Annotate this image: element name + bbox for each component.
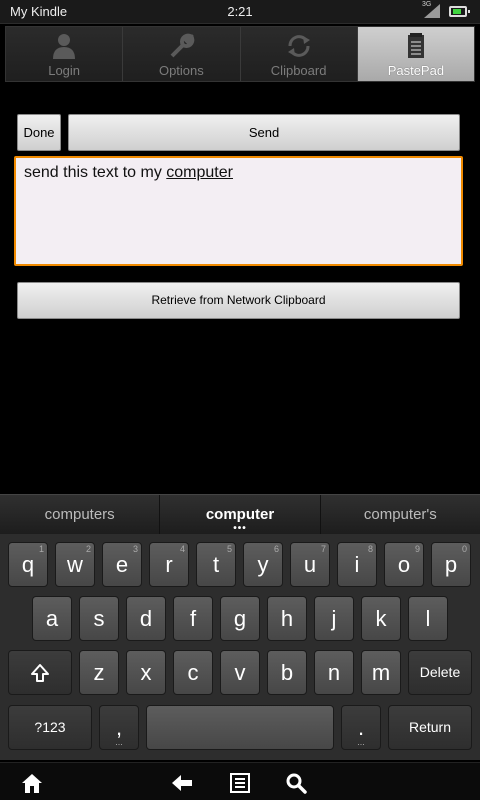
suggestion-center-label: computer <box>205 506 275 523</box>
key-label: w <box>67 552 83 577</box>
key-label: q <box>21 552 35 577</box>
key-x[interactable]: x <box>126 650 166 695</box>
symbols-key[interactable]: ?123 <box>8 705 92 750</box>
key-hint: 0 <box>461 544 467 554</box>
key-n[interactable]: n <box>314 650 354 695</box>
tab-label: PastePad <box>387 63 445 78</box>
key-hint: 8 <box>367 544 373 554</box>
tab-bar: Login Options Clipboard PastePad <box>5 26 475 82</box>
key-y[interactable]: y6 <box>243 542 283 587</box>
suggestion-center[interactable]: computer ••• <box>160 495 321 534</box>
key-h[interactable]: h <box>267 596 307 641</box>
period-key[interactable]: . ... <box>341 705 381 750</box>
tab-clipboard[interactable]: Clipboard <box>240 27 358 81</box>
space-key[interactable] <box>146 705 334 750</box>
key-label: i <box>354 552 360 577</box>
menu-icon[interactable] <box>228 771 252 795</box>
key-label: p <box>444 552 458 577</box>
suggestion-right[interactable]: computer's <box>321 495 480 534</box>
key-hint: 3 <box>132 544 138 554</box>
tab-options[interactable]: Options <box>123 27 241 81</box>
tab-label: Clipboard <box>270 63 327 78</box>
key-b[interactable]: b <box>267 650 307 695</box>
key-w[interactable]: w2 <box>55 542 95 587</box>
key-hint: 9 <box>414 544 420 554</box>
wrench-icon <box>170 33 195 58</box>
navigation-bar <box>0 762 480 800</box>
key-label: o <box>397 552 411 577</box>
battery-icon <box>449 6 470 17</box>
key-g[interactable]: g <box>220 596 260 641</box>
key-hint: 7 <box>320 544 326 554</box>
key-j[interactable]: j <box>314 596 354 641</box>
person-icon <box>53 34 76 59</box>
key-label: y <box>257 552 269 577</box>
pastepad-current-word: computer <box>166 164 233 181</box>
pastepad-text: send this text to my <box>24 164 167 181</box>
notepad-icon <box>407 33 424 58</box>
key-hint: ... <box>115 737 123 747</box>
search-icon[interactable] <box>284 771 308 795</box>
pastepad-text-area[interactable]: send this text to my computer <box>14 156 463 266</box>
key-d[interactable]: d <box>126 596 166 641</box>
key-hint: 4 <box>179 544 185 554</box>
key-c[interactable]: c <box>173 650 213 695</box>
key-q[interactable]: q1 <box>8 542 48 587</box>
key-s[interactable]: s <box>79 596 119 641</box>
tab-pastepad[interactable]: PastePad <box>357 27 474 81</box>
key-z[interactable]: z <box>79 650 119 695</box>
key-e[interactable]: e3 <box>102 542 142 587</box>
shift-arrow-icon <box>31 664 49 682</box>
retrieve-network-clipboard-button[interactable]: Retrieve from Network Clipboard <box>17 282 460 319</box>
suggestion-left[interactable]: computers <box>0 495 161 534</box>
key-u[interactable]: u7 <box>290 542 330 587</box>
on-screen-keyboard: q1 w2 e3 r4 t5 y6 u7 i8 o9 p0 a s d f g … <box>0 534 480 760</box>
key-label: t <box>212 552 220 577</box>
key-hint: 6 <box>273 544 279 554</box>
shift-key[interactable] <box>8 650 72 695</box>
signal-icon <box>424 4 440 18</box>
back-arrow-icon[interactable] <box>170 771 194 795</box>
key-hint: 2 <box>85 544 91 554</box>
key-l[interactable]: l <box>408 596 448 641</box>
key-t[interactable]: t5 <box>196 542 236 587</box>
delete-key[interactable]: Delete <box>408 650 472 695</box>
key-m[interactable]: m <box>361 650 401 695</box>
tab-label: Login <box>48 63 81 78</box>
key-hint: 5 <box>226 544 232 554</box>
suggestion-bar: computers computer ••• computer's <box>0 494 480 534</box>
return-key[interactable]: Return <box>388 705 472 750</box>
key-p[interactable]: p0 <box>431 542 471 587</box>
suggestion-more-indicator: ••• <box>233 523 247 534</box>
key-i[interactable]: i8 <box>337 542 377 587</box>
key-o[interactable]: o9 <box>384 542 424 587</box>
tab-label: Options <box>158 63 204 78</box>
key-a[interactable]: a <box>32 596 72 641</box>
status-clock: 2:21 <box>227 4 253 19</box>
key-v[interactable]: v <box>220 650 260 695</box>
key-label: u <box>303 552 317 577</box>
key-hint: 1 <box>38 544 44 554</box>
key-k[interactable]: k <box>361 596 401 641</box>
comma-key[interactable]: , ... <box>99 705 139 750</box>
key-label: r <box>165 552 173 577</box>
done-button[interactable]: Done <box>17 114 61 151</box>
key-hint: ... <box>357 737 365 747</box>
key-label: e <box>115 552 129 577</box>
home-icon[interactable] <box>20 771 44 795</box>
status-bar: My Kindle 2:21 3G <box>0 0 480 24</box>
tab-login[interactable]: Login <box>6 27 124 81</box>
send-button[interactable]: Send <box>68 114 460 151</box>
sync-icon <box>287 35 310 57</box>
key-r[interactable]: r4 <box>149 542 189 587</box>
key-f[interactable]: f <box>173 596 213 641</box>
